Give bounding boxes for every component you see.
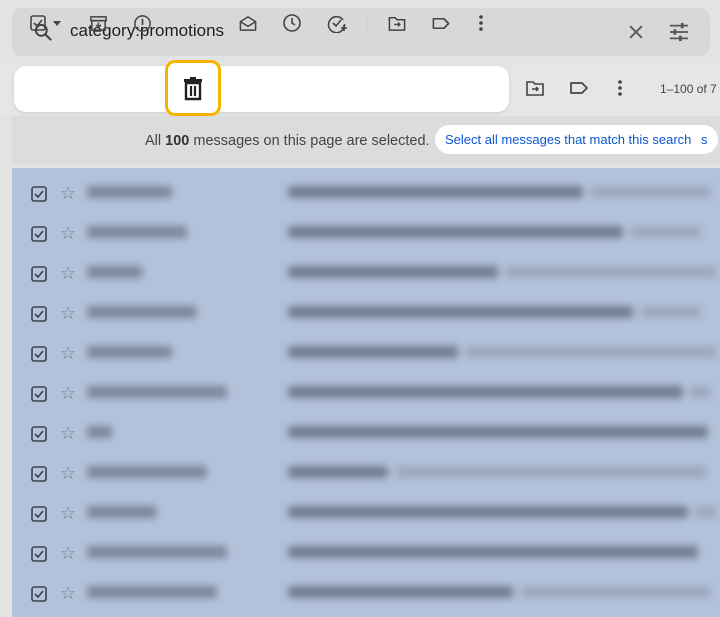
subject-redacted <box>288 306 718 320</box>
sender-redacted <box>87 466 227 480</box>
checkbox-checked-icon[interactable] <box>31 466 47 482</box>
table-row[interactable]: ☆ <box>12 334 720 374</box>
chevron-down-icon[interactable] <box>52 18 62 28</box>
report-spam-button[interactable] <box>133 12 152 34</box>
subject-redacted <box>288 426 718 440</box>
sender-redacted <box>87 586 227 600</box>
search-bar[interactable]: category:promotions <box>12 8 710 56</box>
sender-redacted <box>87 346 227 360</box>
checkbox-checked-icon <box>30 15 46 31</box>
sender-redacted <box>87 426 227 440</box>
label-icon <box>432 17 450 29</box>
subject-redacted <box>288 546 718 560</box>
star-icon[interactable]: ☆ <box>60 183 76 204</box>
checkbox-checked-icon[interactable] <box>31 426 47 442</box>
table-row[interactable]: ☆ <box>12 574 720 614</box>
table-row[interactable]: ☆ <box>12 374 720 414</box>
select-all-checkbox[interactable] <box>30 12 62 34</box>
subject-redacted <box>288 186 718 200</box>
sender-redacted <box>87 266 227 280</box>
move-to-icon[interactable] <box>525 78 545 98</box>
star-icon[interactable]: ☆ <box>60 263 76 284</box>
table-row[interactable]: ☆ <box>12 174 720 214</box>
star-icon[interactable]: ☆ <box>60 503 76 524</box>
more-options-icon[interactable] <box>610 78 630 98</box>
selection-message: All 100 messages on this page are select… <box>145 133 430 149</box>
more-button[interactable] <box>471 12 491 34</box>
snooze-button[interactable] <box>282 12 302 34</box>
star-icon[interactable]: ☆ <box>60 463 76 484</box>
select-all-matching-button[interactable]: Select all messages that match this sear… <box>435 125 718 154</box>
pagination-count: 1–100 of 7 <box>660 82 717 96</box>
table-row[interactable]: ☆ <box>12 254 720 294</box>
report-spam-icon <box>134 14 151 32</box>
select-all-trailing: s <box>701 132 708 147</box>
trash-icon <box>184 77 202 101</box>
subject-redacted <box>288 346 718 360</box>
table-row[interactable]: ☆ <box>12 534 720 574</box>
close-icon[interactable] <box>626 22 646 42</box>
star-icon[interactable]: ☆ <box>60 223 76 244</box>
checkbox-checked-icon[interactable] <box>31 586 47 602</box>
subject-redacted <box>288 466 718 480</box>
star-icon[interactable]: ☆ <box>60 423 76 444</box>
label-icon[interactable] <box>569 78 589 98</box>
table-row[interactable]: ☆ <box>12 294 720 334</box>
sender-redacted <box>87 306 227 320</box>
subject-redacted <box>288 506 718 520</box>
banner-prefix: All <box>145 133 162 149</box>
checkbox-checked-icon[interactable] <box>31 186 47 202</box>
message-list: ☆ ☆ ☆ ☆ ☆ ☆ ☆ ☆ ☆ ☆ ☆ <box>12 168 720 617</box>
checkbox-checked-icon[interactable] <box>31 226 47 242</box>
sender-redacted <box>87 506 227 520</box>
checkbox-checked-icon[interactable] <box>31 306 47 322</box>
more-options-icon <box>479 15 483 31</box>
checkbox-checked-icon[interactable] <box>31 346 47 362</box>
delete-button[interactable] <box>182 76 204 102</box>
archive-button[interactable] <box>89 12 108 34</box>
add-task-icon <box>327 15 347 33</box>
toolbar-divider <box>366 14 367 34</box>
archive-icon <box>90 15 107 31</box>
table-row[interactable]: ☆ <box>12 414 720 454</box>
table-row[interactable]: ☆ <box>12 494 720 534</box>
select-all-label: Select all messages that match this sear… <box>445 132 692 147</box>
subject-redacted <box>288 226 718 240</box>
star-icon[interactable]: ☆ <box>60 543 76 564</box>
subject-redacted <box>288 586 718 600</box>
checkbox-checked-icon[interactable] <box>31 266 47 282</box>
sender-redacted <box>87 546 227 560</box>
star-icon[interactable]: ☆ <box>60 383 76 404</box>
mark-as-read-button[interactable] <box>238 12 258 34</box>
label-button[interactable] <box>431 12 451 34</box>
table-row[interactable]: ☆ <box>12 454 720 494</box>
star-icon[interactable]: ☆ <box>60 343 76 364</box>
add-to-tasks-button[interactable] <box>327 12 348 34</box>
sender-redacted <box>87 226 227 240</box>
banner-suffix: messages on this page are selected. <box>193 133 430 149</box>
sender-redacted <box>87 186 227 200</box>
selected-count: 100 <box>165 133 190 149</box>
move-to-button[interactable] <box>387 12 407 34</box>
clock-icon <box>283 14 301 32</box>
checkbox-checked-icon[interactable] <box>31 386 47 402</box>
star-icon[interactable]: ☆ <box>60 303 76 324</box>
subject-redacted <box>288 386 718 400</box>
mark-as-read-icon <box>239 15 257 31</box>
checkbox-checked-icon[interactable] <box>31 506 47 522</box>
star-icon[interactable]: ☆ <box>60 583 76 604</box>
search-options-icon[interactable] <box>668 22 690 42</box>
move-to-icon <box>388 16 406 31</box>
subject-redacted <box>288 266 718 280</box>
selection-toolbar <box>14 66 509 112</box>
sender-redacted <box>87 386 227 400</box>
table-row[interactable]: ☆ <box>12 214 720 254</box>
checkbox-checked-icon[interactable] <box>31 546 47 562</box>
